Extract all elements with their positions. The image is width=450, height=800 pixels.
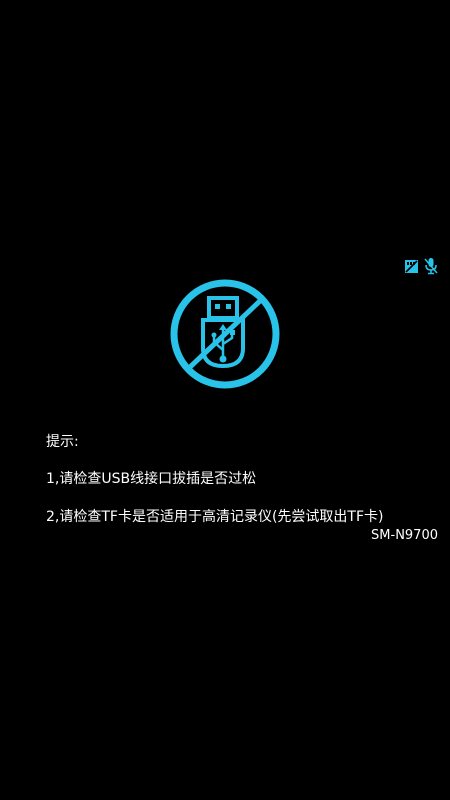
mic-off-icon	[424, 257, 438, 275]
status-icons	[404, 256, 440, 276]
tip-line-2: 2,请检查TF卡是否适用于高清记录仪(先尝试取出TF卡)	[46, 509, 384, 525]
sd-card-off-icon	[404, 259, 419, 274]
device-model-label: SM-N9700	[371, 528, 438, 543]
usb-disconnected-icon	[169, 278, 281, 390]
tip-line-1: 1,请检查USB线接口拔插是否过松	[46, 471, 257, 487]
tips-title: 提示:	[46, 434, 79, 450]
usb-error-screen: 提示: 1,请检查USB线接口拔插是否过松 2,请检查TF卡是否适用于高清记录仪…	[0, 0, 450, 800]
